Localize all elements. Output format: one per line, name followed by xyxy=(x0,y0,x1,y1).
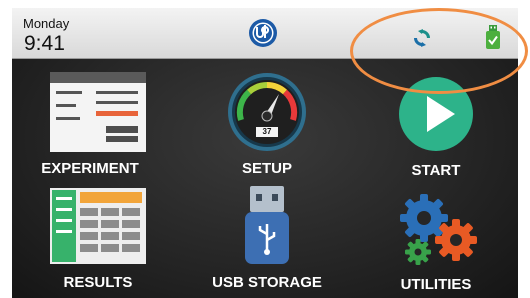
device-screen: Monday 9:41 EXPERIMENT 37 SETUP START RE… xyxy=(12,8,518,298)
experiment-tile[interactable]: EXPERIMENT xyxy=(41,72,146,182)
usb-storage-tile[interactable]: USB STORAGE xyxy=(212,186,322,296)
results-tile[interactable]: RESULTS xyxy=(50,188,146,298)
start-label: START xyxy=(411,162,461,179)
usb-drive-icon xyxy=(245,186,289,264)
document-form-icon xyxy=(50,72,146,152)
setup-label: SETUP xyxy=(241,160,292,177)
usb-storage-label: USB STORAGE xyxy=(212,274,322,291)
table-icon xyxy=(50,188,146,264)
experiment-label: EXPERIMENT xyxy=(41,160,139,177)
ub-logo-icon[interactable] xyxy=(248,18,278,48)
clock-time: 9:41 xyxy=(24,32,65,55)
utilities-tile[interactable]: UTILITIES xyxy=(394,194,478,298)
day-label: Monday xyxy=(23,16,70,31)
gauge-readout: 37 xyxy=(262,127,272,136)
play-icon xyxy=(399,77,473,151)
sync-icon[interactable] xyxy=(412,28,432,48)
results-label: RESULTS xyxy=(63,274,133,291)
gauge-icon xyxy=(228,73,306,151)
start-tile[interactable]: START xyxy=(396,74,476,184)
setup-tile[interactable]: 37 SETUP xyxy=(227,72,307,182)
gears-icon xyxy=(400,194,477,265)
status-bar: Monday 9:41 xyxy=(12,8,518,59)
usb-connected-icon[interactable] xyxy=(484,24,502,50)
utilities-label: UTILITIES xyxy=(400,276,472,293)
